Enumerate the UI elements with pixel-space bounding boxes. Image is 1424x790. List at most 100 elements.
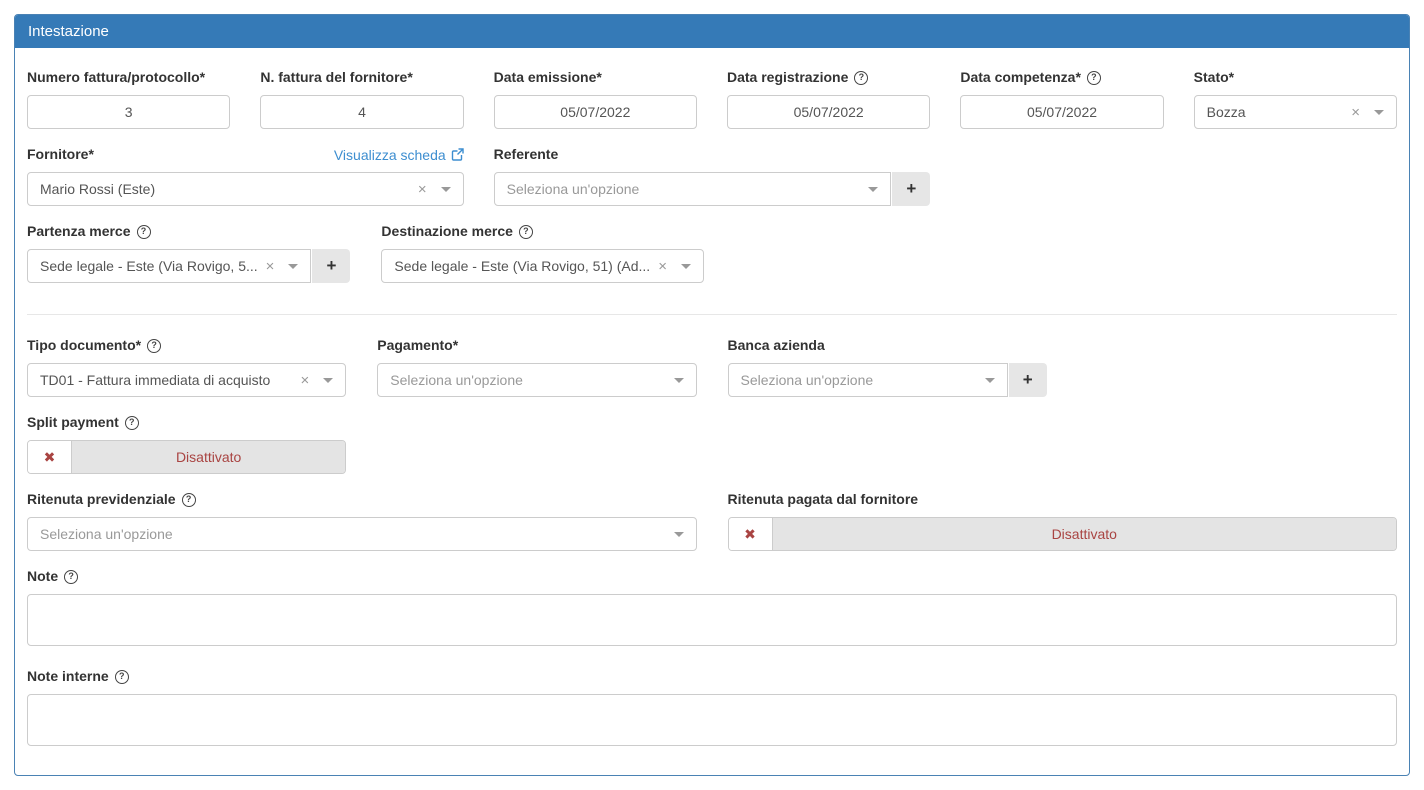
n-fattura-fornitore-input[interactable] <box>260 95 463 129</box>
x-icon: ✖ <box>28 441 72 473</box>
split-payment-toggle[interactable]: ✖ Disattivato <box>27 440 346 474</box>
partenza-merce-select-value: Sede legale - Este (Via Rovigo, 5... <box>40 258 258 274</box>
field-numero-fattura: Numero fattura/protocollo* <box>27 69 230 129</box>
field-data-emissione: Data emissione* <box>494 69 697 129</box>
stato-select-value: Bozza <box>1207 104 1344 120</box>
banca-azienda-select-placeholder: Seleziona un'opzione <box>741 372 983 388</box>
chevron-down-icon <box>441 187 451 192</box>
help-icon[interactable]: ? <box>137 225 151 239</box>
destinazione-merce-select[interactable]: Sede legale - Este (Via Rovigo, 51) (Ad.… <box>381 249 704 283</box>
field-destinazione-merce: Destinazione merce ? Sede legale - Este … <box>381 223 704 283</box>
chevron-down-icon <box>288 264 298 269</box>
header-row-6: Ritenuta previdenziale ? Seleziona un'op… <box>27 491 1397 568</box>
field-ritenuta-pagata: Ritenuta pagata dal fornitore ✖ Disattiv… <box>728 491 1398 551</box>
help-icon[interactable]: ? <box>182 493 196 507</box>
visualizza-scheda-label: Visualizza scheda <box>334 147 446 163</box>
field-n-fattura-fornitore: N. fattura del fornitore* <box>260 69 463 129</box>
ritenuta-pagata-label: Ritenuta pagata dal fornitore <box>728 491 919 508</box>
data-registrazione-label: Data registrazione <box>727 69 848 86</box>
clear-icon[interactable]: × <box>1351 105 1360 120</box>
field-fornitore: Fornitore* Visualizza scheda Mario Rossi… <box>27 146 464 206</box>
stato-select[interactable]: Bozza × <box>1194 95 1397 129</box>
field-note: Note ? <box>27 568 1397 651</box>
clear-icon[interactable]: × <box>418 182 427 197</box>
header-row-3: Partenza merce ? Sede legale - Este (Via… <box>27 223 1397 300</box>
external-link-icon <box>451 148 464 161</box>
data-competenza-label: Data competenza* <box>960 69 1081 86</box>
field-tipo-documento: Tipo documento* ? TD01 - Fattura immedia… <box>27 337 346 397</box>
partenza-merce-label: Partenza merce <box>27 223 131 240</box>
help-icon[interactable]: ? <box>147 339 161 353</box>
field-split-payment: Split payment ? ✖ Disattivato <box>27 414 346 474</box>
note-interne-label: Note interne <box>27 668 109 685</box>
intestazione-panel: Intestazione Numero fattura/protocollo* … <box>14 14 1410 776</box>
chevron-down-icon <box>674 378 684 383</box>
split-payment-label: Split payment <box>27 414 119 431</box>
banca-azienda-label: Banca azienda <box>728 337 825 354</box>
data-emissione-input[interactable] <box>494 95 697 129</box>
referente-select[interactable]: Seleziona un'opzione <box>494 172 892 206</box>
panel-body: Numero fattura/protocollo* N. fattura de… <box>15 48 1409 775</box>
section-divider <box>27 314 1397 315</box>
add-referente-button[interactable]: + <box>892 172 930 206</box>
header-row-4: Tipo documento* ? TD01 - Fattura immedia… <box>27 337 1397 414</box>
tipo-documento-select-value: TD01 - Fattura immediata di acquisto <box>40 372 292 388</box>
tipo-documento-select[interactable]: TD01 - Fattura immediata di acquisto × <box>27 363 346 397</box>
destinazione-merce-label: Destinazione merce <box>381 223 513 240</box>
ritenuta-previdenziale-select-placeholder: Seleziona un'opzione <box>40 526 672 542</box>
chevron-down-icon <box>868 187 878 192</box>
chevron-down-icon <box>323 378 333 383</box>
note-interne-textarea[interactable] <box>27 694 1397 746</box>
help-icon[interactable]: ? <box>1087 71 1101 85</box>
partenza-merce-select[interactable]: Sede legale - Este (Via Rovigo, 5... × <box>27 249 311 283</box>
data-emissione-label: Data emissione* <box>494 69 602 86</box>
header-row-5: Split payment ? ✖ Disattivato <box>27 414 1397 491</box>
destinazione-merce-select-value: Sede legale - Este (Via Rovigo, 51) (Ad.… <box>394 258 650 274</box>
pagamento-select-placeholder: Seleziona un'opzione <box>390 372 671 388</box>
n-fattura-fornitore-label: N. fattura del fornitore* <box>260 69 412 86</box>
data-registrazione-input[interactable] <box>727 95 930 129</box>
help-icon[interactable]: ? <box>115 670 129 684</box>
field-pagamento: Pagamento* Seleziona un'opzione <box>377 337 696 397</box>
field-data-registrazione: Data registrazione ? <box>727 69 930 129</box>
field-ritenuta-previdenziale: Ritenuta previdenziale ? Seleziona un'op… <box>27 491 697 551</box>
fornitore-select[interactable]: Mario Rossi (Este) × <box>27 172 464 206</box>
pagamento-label: Pagamento* <box>377 337 458 354</box>
field-partenza-merce: Partenza merce ? Sede legale - Este (Via… <box>27 223 350 283</box>
field-note-interne: Note interne ? <box>27 668 1397 751</box>
x-icon: ✖ <box>729 518 773 550</box>
add-partenza-merce-button[interactable]: + <box>312 249 350 283</box>
referente-label: Referente <box>494 146 559 163</box>
banca-azienda-select[interactable]: Seleziona un'opzione <box>728 363 1008 397</box>
note-label: Note <box>27 568 58 585</box>
field-data-competenza: Data competenza* ? <box>960 69 1163 129</box>
clear-icon[interactable]: × <box>300 373 309 388</box>
pagamento-select[interactable]: Seleziona un'opzione <box>377 363 696 397</box>
header-row-2: Fornitore* Visualizza scheda Mario Rossi… <box>27 146 1397 223</box>
ritenuta-pagata-toggle[interactable]: ✖ Disattivato <box>728 517 1398 551</box>
referente-select-placeholder: Seleziona un'opzione <box>507 181 867 197</box>
add-banca-azienda-button[interactable]: + <box>1009 363 1047 397</box>
note-textarea[interactable] <box>27 594 1397 646</box>
field-banca-azienda: Banca azienda Seleziona un'opzione + <box>728 337 1047 397</box>
field-stato: Stato* Bozza × <box>1194 69 1397 129</box>
help-icon[interactable]: ? <box>519 225 533 239</box>
help-icon[interactable]: ? <box>125 416 139 430</box>
fornitore-select-value: Mario Rossi (Este) <box>40 181 410 197</box>
visualizza-scheda-link[interactable]: Visualizza scheda <box>334 147 464 163</box>
numero-fattura-input[interactable] <box>27 95 230 129</box>
ritenuta-pagata-state: Disattivato <box>773 518 1397 550</box>
ritenuta-previdenziale-select[interactable]: Seleziona un'opzione <box>27 517 697 551</box>
chevron-down-icon <box>985 378 995 383</box>
chevron-down-icon <box>1374 110 1384 115</box>
data-competenza-input[interactable] <box>960 95 1163 129</box>
help-icon[interactable]: ? <box>854 71 868 85</box>
chevron-down-icon <box>681 264 691 269</box>
clear-icon[interactable]: × <box>658 259 667 274</box>
stato-label: Stato* <box>1194 69 1234 86</box>
fornitore-label: Fornitore* <box>27 146 94 163</box>
help-icon[interactable]: ? <box>64 570 78 584</box>
split-payment-state: Disattivato <box>72 441 345 473</box>
clear-icon[interactable]: × <box>266 259 275 274</box>
header-row-1: Numero fattura/protocollo* N. fattura de… <box>27 69 1397 146</box>
